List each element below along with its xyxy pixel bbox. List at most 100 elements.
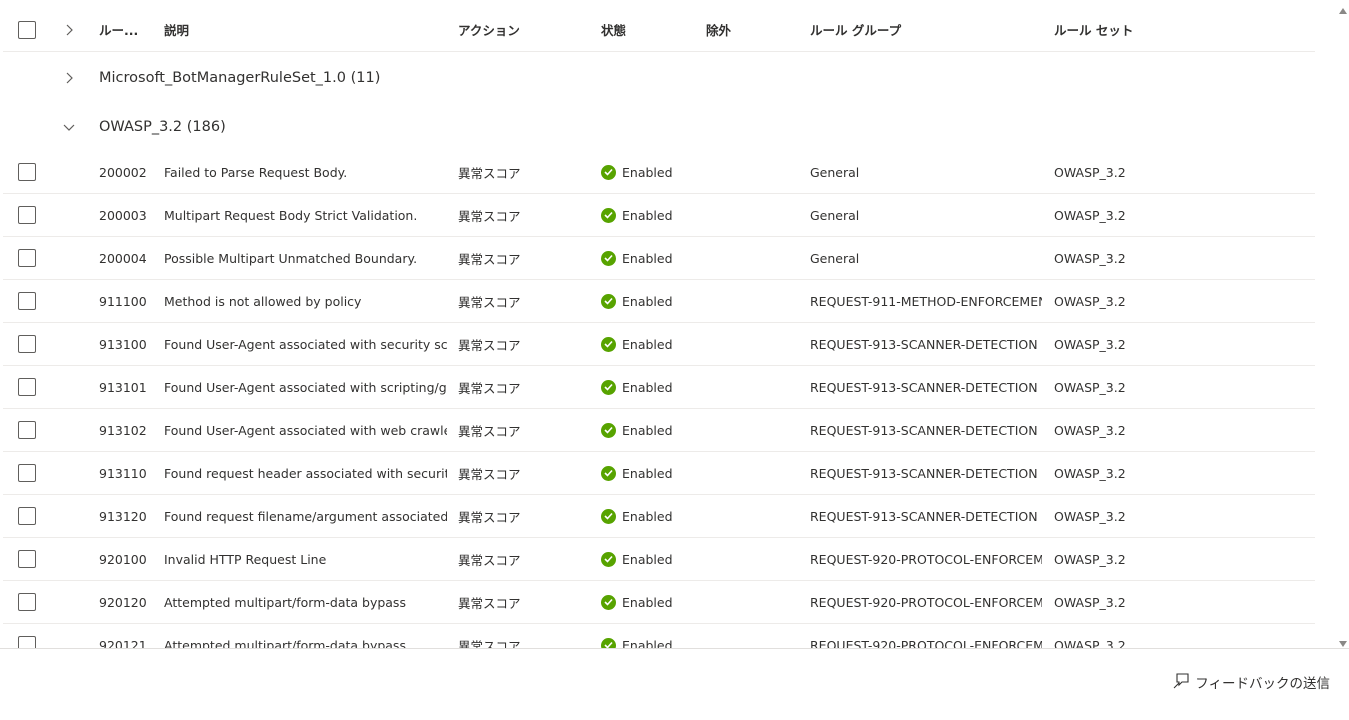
- rule-description: Invalid HTTP Request Line: [164, 551, 327, 567]
- table-row[interactable]: 913101 Found User-Agent associated with s…: [3, 366, 1315, 409]
- rule-id: 911100: [99, 293, 147, 309]
- table-row[interactable]: 913110 Found request header associated wi…: [3, 452, 1315, 495]
- row-checkbox[interactable]: [18, 636, 36, 648]
- check-circle-icon: [601, 508, 616, 524]
- row-checkbox[interactable]: [18, 421, 36, 439]
- check-circle-icon: [601, 164, 616, 180]
- rule-description: Multipart Request Body Strict Validation…: [164, 207, 418, 223]
- rule-status: Enabled: [601, 237, 701, 279]
- check-circle-icon: [601, 551, 616, 567]
- row-checkbox[interactable]: [18, 507, 36, 525]
- rule-action: 異常スコア: [458, 509, 521, 525]
- row-checkbox[interactable]: [18, 292, 36, 310]
- select-all-checkbox[interactable]: [18, 20, 36, 39]
- status-label: Enabled: [622, 164, 673, 180]
- table-row[interactable]: 913102 Found User-Agent associated with w…: [3, 409, 1315, 452]
- chevron-right-icon[interactable]: [61, 70, 77, 86]
- rule-group: REQUEST-911-METHOD-ENFORCEMENT: [810, 293, 1042, 309]
- rule-group: General: [810, 207, 860, 223]
- row-checkbox[interactable]: [18, 335, 36, 353]
- rule-status: Enabled: [601, 280, 701, 322]
- rule-description: Found User-Agent associated with securit…: [164, 336, 447, 352]
- row-checkbox[interactable]: [18, 550, 36, 568]
- group-title: OWASP_3.2 (186): [99, 118, 226, 135]
- row-select-cell: [18, 581, 42, 623]
- rule-action: 異常スコア: [458, 423, 521, 439]
- table-row[interactable]: 200002 Failed to Parse Request Body. 異常スコア…: [3, 151, 1315, 194]
- scroll-down-icon[interactable]: [1339, 633, 1347, 647]
- row-select-cell: [18, 452, 42, 494]
- rule-description: Attempted multipart/form-data bypass: [164, 594, 406, 610]
- table-row[interactable]: 913120 Found request filename/argument as…: [3, 495, 1315, 538]
- rules-grid: ルー... 説明 アクション 状態 除外 ルール グループ ルール セット Mi…: [0, 0, 1334, 648]
- row-select-cell: [18, 538, 42, 580]
- status-label: Enabled: [622, 465, 673, 481]
- scroll-up-icon[interactable]: [1339, 0, 1347, 14]
- row-select-cell: [18, 151, 42, 193]
- rule-exclusion: [706, 495, 801, 537]
- table-row[interactable]: 920120 Attempted multipart/form-data bypa…: [3, 581, 1315, 624]
- row-checkbox[interactable]: [18, 593, 36, 611]
- rule-action: 異常スコア: [458, 337, 521, 353]
- rule-action: 異常スコア: [458, 552, 521, 568]
- status-label: Enabled: [622, 594, 673, 610]
- row-checkbox[interactable]: [18, 464, 36, 482]
- row-checkbox[interactable]: [18, 206, 36, 224]
- table-row[interactable]: 911100 Method is not allowed by policy 異常ス…: [3, 280, 1315, 323]
- rule-status: Enabled: [601, 624, 701, 648]
- check-circle-icon: [601, 293, 616, 309]
- rule-exclusion: [706, 151, 801, 193]
- expand-all-chevron-right-icon[interactable]: [61, 22, 77, 38]
- rule-set: OWASP_3.2: [1054, 551, 1126, 567]
- rule-id: 200004: [99, 250, 147, 266]
- table-row[interactable]: 200004 Possible Multipart Unmatched Bound…: [3, 237, 1315, 280]
- column-header-action[interactable]: アクション: [458, 8, 598, 51]
- group-header-botmanager[interactable]: Microsoft_BotManagerRuleSet_1.0 (11): [3, 53, 1315, 102]
- check-circle-icon: [601, 594, 616, 610]
- column-header-status[interactable]: 状態: [601, 8, 701, 51]
- rule-id: 920121: [99, 637, 147, 649]
- rule-description: Attempted multipart/form-data bypass: [164, 637, 406, 649]
- row-select-cell: [18, 409, 42, 451]
- feedback-button[interactable]: フィードバックの送信: [1173, 671, 1330, 693]
- row-checkbox[interactable]: [18, 378, 36, 396]
- rule-status: Enabled: [601, 323, 701, 365]
- rule-id: 913101: [99, 379, 147, 395]
- column-header-description[interactable]: 説明: [164, 8, 447, 51]
- rule-action: 異常スコア: [458, 294, 521, 310]
- rule-set: OWASP_3.2: [1054, 336, 1126, 352]
- rule-set: OWASP_3.2: [1054, 164, 1126, 180]
- grid-header: ルー... 説明 アクション 状態 除外 ルール グループ ルール セット: [3, 8, 1315, 52]
- rule-status: Enabled: [601, 151, 701, 193]
- column-header-rule[interactable]: ルー...: [99, 8, 159, 51]
- column-header-rule-group[interactable]: ルール グループ: [810, 8, 1042, 51]
- rule-set: OWASP_3.2: [1054, 637, 1126, 649]
- check-circle-icon: [601, 250, 616, 266]
- rule-set: OWASP_3.2: [1054, 465, 1126, 481]
- group-header-owasp[interactable]: OWASP_3.2 (186): [3, 102, 1315, 151]
- rule-description: Found User-Agent associated with scripti…: [164, 379, 447, 395]
- column-header-exclusion[interactable]: 除外: [706, 8, 801, 51]
- table-row[interactable]: 913100 Found User-Agent associated with s…: [3, 323, 1315, 366]
- table-row[interactable]: 920100 Invalid HTTP Request Line 異常スコア Enab…: [3, 538, 1315, 581]
- row-checkbox[interactable]: [18, 249, 36, 267]
- row-select-cell: [18, 323, 42, 365]
- table-row[interactable]: 200003 Multipart Request Body Strict Vali…: [3, 194, 1315, 237]
- rule-action: 異常スコア: [458, 595, 521, 611]
- feedback-label: フィードバックの送信: [1195, 676, 1330, 692]
- rule-exclusion: [706, 581, 801, 623]
- rule-action: 異常スコア: [458, 380, 521, 396]
- row-checkbox[interactable]: [18, 163, 36, 181]
- chevron-down-icon[interactable]: [61, 119, 77, 135]
- rule-description: Possible Multipart Unmatched Boundary.: [164, 250, 418, 266]
- check-circle-icon: [601, 336, 616, 352]
- rule-exclusion: [706, 280, 801, 322]
- rule-id: 913110: [99, 465, 147, 481]
- vertical-scrollbar[interactable]: [1337, 0, 1349, 648]
- table-row[interactable]: 920121 Attempted multipart/form-data bypa…: [3, 624, 1315, 648]
- row-select-cell: [18, 366, 42, 408]
- group-title: Microsoft_BotManagerRuleSet_1.0 (11): [99, 69, 381, 86]
- rule-group: REQUEST-913-SCANNER-DETECTION: [810, 508, 1038, 524]
- status-label: Enabled: [622, 422, 673, 438]
- column-header-rule-set[interactable]: ルール セット: [1054, 8, 1254, 51]
